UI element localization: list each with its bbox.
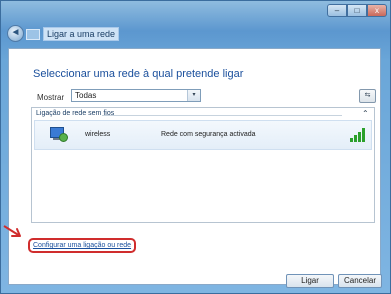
maximize-button[interactable]: □ [347,4,367,17]
network-icon [26,29,40,40]
chevron-down-icon: ▾ [187,90,200,101]
page-heading: Seleccionar uma rede à qual pretende lig… [33,68,244,80]
signal-strength-icon [350,128,366,142]
setup-connection-link[interactable]: Configurar uma ligação ou rede [28,238,137,253]
collapse-icon[interactable]: ⌃ [362,109,369,118]
back-button[interactable]: ◄ [7,25,24,42]
computer-network-icon [50,127,68,142]
refresh-button[interactable]: ⇆ [359,89,376,103]
annotation-arrow-icon [3,225,21,237]
title-bar: ◄ Ligar a uma rede – □ x [1,1,390,47]
show-filter-value: Todas [75,91,97,100]
close-button[interactable]: x [367,4,387,17]
connect-button[interactable]: Ligar [286,274,334,288]
network-security: Rede com segurança activada [161,131,256,138]
group-divider [102,115,342,116]
show-filter-select[interactable]: Todas ▾ [71,89,201,102]
network-name: wireless [85,131,111,138]
show-filter-label: Mostrar [37,93,65,102]
network-row[interactable]: wireless Rede com segurança activada [34,120,372,150]
network-list: Ligação de rede sem fios ⌃ wireless Rede… [31,107,375,223]
minimize-button[interactable]: – [327,4,347,17]
window-title: Ligar a uma rede [43,27,120,41]
cancel-button[interactable]: Cancelar [338,274,382,288]
